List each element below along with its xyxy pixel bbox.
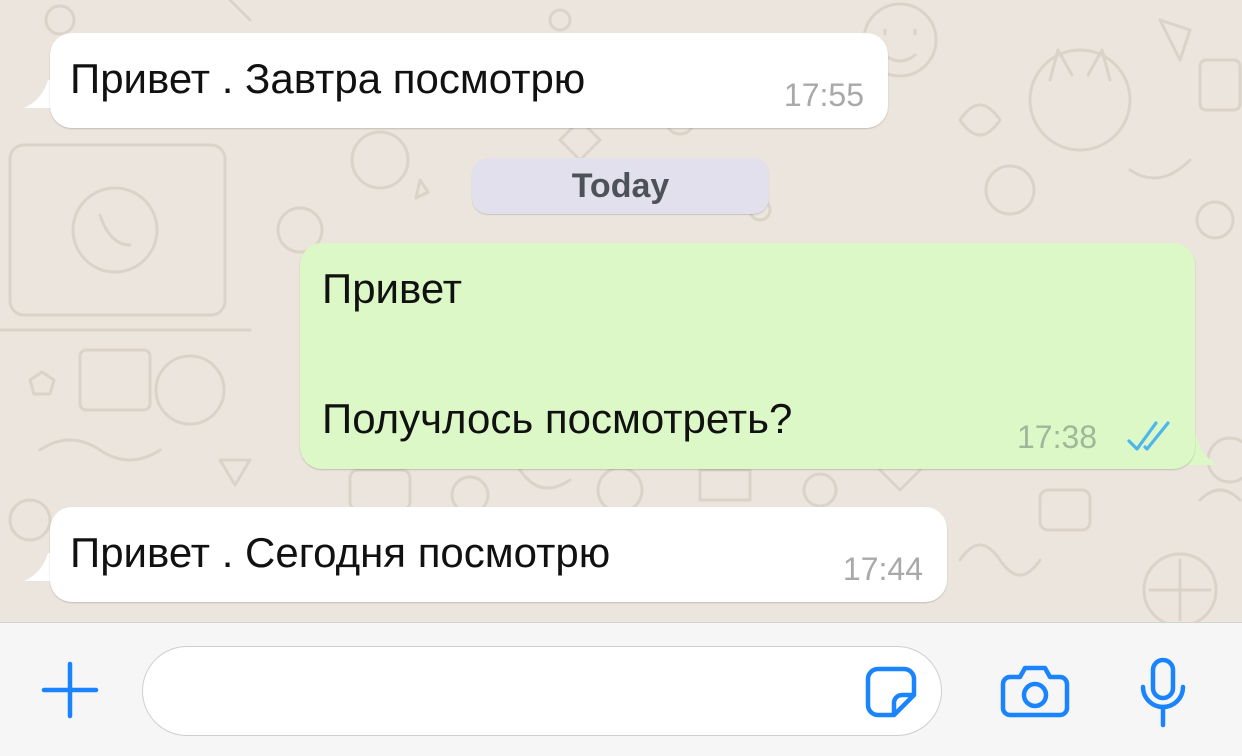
message-timestamp: 17:55 <box>783 77 864 113</box>
microphone-icon[interactable] <box>1136 657 1190 729</box>
message-input-bar <box>0 622 1242 756</box>
message-text: Привет . Сегодня посмотрю <box>70 529 611 576</box>
message-text: Привет . Завтра посмотрю <box>70 55 586 102</box>
message-bubble[interactable]: Привет . Сегодня посмотрю 17:44 <box>50 507 947 602</box>
plus-icon[interactable] <box>40 660 100 720</box>
camera-icon[interactable] <box>1000 663 1070 719</box>
sticker-icon[interactable] <box>864 665 918 719</box>
message-timestamp: 17:38 <box>1017 419 1098 455</box>
message-text-line: Привет <box>322 265 463 312</box>
message-bubble[interactable]: Привет . Завтра посмотрю 17:55 <box>50 33 888 128</box>
chat-area[interactable]: Привет . Завтра посмотрю 17:55 Today При… <box>0 0 1242 622</box>
message-text-line: Получлось посмотреть? <box>322 395 793 442</box>
double-check-read-icon <box>1127 421 1170 451</box>
day-separator-label: Today <box>571 166 670 205</box>
message-bubble[interactable]: Привет Получлось посмотреть? 17:38 <box>300 243 1195 469</box>
message-input[interactable] <box>142 646 942 736</box>
day-separator: Today <box>472 158 769 214</box>
message-timestamp: 17:44 <box>842 551 923 587</box>
